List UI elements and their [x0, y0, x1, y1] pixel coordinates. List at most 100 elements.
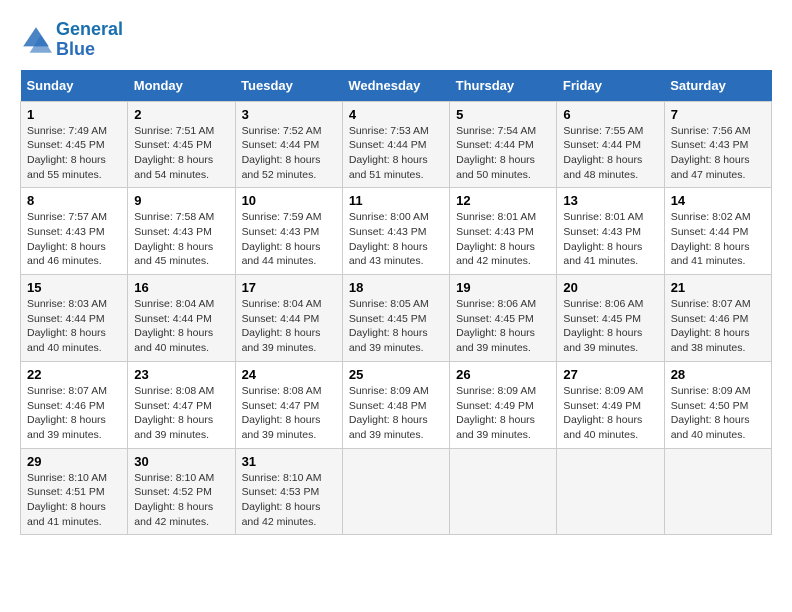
calendar-cell: 1 Sunrise: 7:49 AMSunset: 4:45 PMDaylight…	[21, 101, 128, 188]
day-number: 18	[349, 280, 443, 295]
day-number: 9	[134, 193, 228, 208]
cell-info: Sunrise: 8:01 AMSunset: 4:43 PMDaylight:…	[456, 210, 550, 269]
calendar-body: 1 Sunrise: 7:49 AMSunset: 4:45 PMDaylight…	[21, 101, 772, 535]
day-number: 13	[563, 193, 657, 208]
cell-info: Sunrise: 8:06 AMSunset: 4:45 PMDaylight:…	[563, 297, 657, 356]
calendar-cell: 31 Sunrise: 8:10 AMSunset: 4:53 PMDayligh…	[235, 448, 342, 535]
header: General Blue	[20, 20, 772, 60]
calendar-cell: 30 Sunrise: 8:10 AMSunset: 4:52 PMDayligh…	[128, 448, 235, 535]
day-number: 4	[349, 107, 443, 122]
cell-info: Sunrise: 8:09 AMSunset: 4:48 PMDaylight:…	[349, 384, 443, 443]
col-header-tuesday: Tuesday	[235, 70, 342, 102]
day-number: 20	[563, 280, 657, 295]
day-number: 16	[134, 280, 228, 295]
cell-info: Sunrise: 7:51 AMSunset: 4:45 PMDaylight:…	[134, 124, 228, 183]
day-number: 27	[563, 367, 657, 382]
calendar-cell	[664, 448, 771, 535]
day-number: 2	[134, 107, 228, 122]
calendar-cell: 6 Sunrise: 7:55 AMSunset: 4:44 PMDaylight…	[557, 101, 664, 188]
cell-info: Sunrise: 8:09 AMSunset: 4:49 PMDaylight:…	[456, 384, 550, 443]
calendar-cell: 29 Sunrise: 8:10 AMSunset: 4:51 PMDayligh…	[21, 448, 128, 535]
calendar-cell	[557, 448, 664, 535]
calendar-cell: 13 Sunrise: 8:01 AMSunset: 4:43 PMDayligh…	[557, 188, 664, 275]
logo: General Blue	[20, 20, 123, 60]
cell-info: Sunrise: 7:53 AMSunset: 4:44 PMDaylight:…	[349, 124, 443, 183]
week-row-5: 29 Sunrise: 8:10 AMSunset: 4:51 PMDayligh…	[21, 448, 772, 535]
col-header-thursday: Thursday	[450, 70, 557, 102]
calendar-cell: 16 Sunrise: 8:04 AMSunset: 4:44 PMDayligh…	[128, 275, 235, 362]
day-number: 6	[563, 107, 657, 122]
col-header-monday: Monday	[128, 70, 235, 102]
cell-info: Sunrise: 7:57 AMSunset: 4:43 PMDaylight:…	[27, 210, 121, 269]
day-number: 7	[671, 107, 765, 122]
cell-info: Sunrise: 7:59 AMSunset: 4:43 PMDaylight:…	[242, 210, 336, 269]
day-number: 29	[27, 454, 121, 469]
cell-info: Sunrise: 8:07 AMSunset: 4:46 PMDaylight:…	[27, 384, 121, 443]
logo-icon	[20, 24, 52, 56]
day-number: 25	[349, 367, 443, 382]
day-number: 31	[242, 454, 336, 469]
calendar-cell: 19Sunrise: 8:06 AMSunset: 4:45 PMDayligh…	[450, 275, 557, 362]
cell-info: Sunrise: 7:56 AMSunset: 4:43 PMDaylight:…	[671, 124, 765, 183]
day-number: 22	[27, 367, 121, 382]
cell-info: Sunrise: 8:05 AMSunset: 4:45 PMDaylight:…	[349, 297, 443, 356]
day-number: 28	[671, 367, 765, 382]
calendar-cell: 8Sunrise: 7:57 AMSunset: 4:43 PMDaylight…	[21, 188, 128, 275]
cell-info: Sunrise: 8:09 AMSunset: 4:50 PMDaylight:…	[671, 384, 765, 443]
calendar-cell: 25 Sunrise: 8:09 AMSunset: 4:48 PMDayligh…	[342, 361, 449, 448]
day-number: 14	[671, 193, 765, 208]
col-header-friday: Friday	[557, 70, 664, 102]
calendar-cell: 28 Sunrise: 8:09 AMSunset: 4:50 PMDayligh…	[664, 361, 771, 448]
calendar-cell: 3Sunrise: 7:52 AMSunset: 4:44 PMDaylight…	[235, 101, 342, 188]
calendar-cell	[342, 448, 449, 535]
calendar-cell: 24 Sunrise: 8:08 AMSunset: 4:47 PMDayligh…	[235, 361, 342, 448]
cell-info: Sunrise: 8:08 AMSunset: 4:47 PMDaylight:…	[134, 384, 228, 443]
calendar-cell: 14Sunrise: 8:02 AMSunset: 4:44 PMDayligh…	[664, 188, 771, 275]
calendar-cell: 11 Sunrise: 8:00 AMSunset: 4:43 PMDayligh…	[342, 188, 449, 275]
cell-info: Sunrise: 7:55 AMSunset: 4:44 PMDaylight:…	[563, 124, 657, 183]
cell-info: Sunrise: 8:06 AMSunset: 4:45 PMDaylight:…	[456, 297, 550, 356]
calendar-cell: 22 Sunrise: 8:07 AMSunset: 4:46 PMDayligh…	[21, 361, 128, 448]
day-number: 23	[134, 367, 228, 382]
calendar-cell: 27 Sunrise: 8:09 AMSunset: 4:49 PMDayligh…	[557, 361, 664, 448]
cell-info: Sunrise: 8:07 AMSunset: 4:46 PMDaylight:…	[671, 297, 765, 356]
cell-info: Sunrise: 7:49 AMSunset: 4:45 PMDaylight:…	[27, 124, 121, 183]
calendar-table: SundayMondayTuesdayWednesdayThursdayFrid…	[20, 70, 772, 536]
calendar-cell: 20 Sunrise: 8:06 AMSunset: 4:45 PMDayligh…	[557, 275, 664, 362]
cell-info: Sunrise: 8:04 AMSunset: 4:44 PMDaylight:…	[242, 297, 336, 356]
day-number: 24	[242, 367, 336, 382]
day-number: 26	[456, 367, 550, 382]
cell-info: Sunrise: 8:04 AMSunset: 4:44 PMDaylight:…	[134, 297, 228, 356]
cell-info: Sunrise: 7:58 AMSunset: 4:43 PMDaylight:…	[134, 210, 228, 269]
day-number: 12	[456, 193, 550, 208]
cell-info: Sunrise: 8:00 AMSunset: 4:43 PMDaylight:…	[349, 210, 443, 269]
week-row-1: 1 Sunrise: 7:49 AMSunset: 4:45 PMDaylight…	[21, 101, 772, 188]
col-header-wednesday: Wednesday	[342, 70, 449, 102]
logo-text: General Blue	[56, 20, 123, 60]
cell-info: Sunrise: 8:10 AMSunset: 4:51 PMDaylight:…	[27, 471, 121, 530]
cell-info: Sunrise: 8:01 AMSunset: 4:43 PMDaylight:…	[563, 210, 657, 269]
cell-info: Sunrise: 8:08 AMSunset: 4:47 PMDaylight:…	[242, 384, 336, 443]
calendar-cell: 17 Sunrise: 8:04 AMSunset: 4:44 PMDayligh…	[235, 275, 342, 362]
day-number: 1	[27, 107, 121, 122]
calendar-cell: 7 Sunrise: 7:56 AMSunset: 4:43 PMDaylight…	[664, 101, 771, 188]
week-row-2: 8Sunrise: 7:57 AMSunset: 4:43 PMDaylight…	[21, 188, 772, 275]
day-number: 10	[242, 193, 336, 208]
day-number: 21	[671, 280, 765, 295]
day-number: 15	[27, 280, 121, 295]
cell-info: Sunrise: 8:10 AMSunset: 4:52 PMDaylight:…	[134, 471, 228, 530]
calendar-cell: 23 Sunrise: 8:08 AMSunset: 4:47 PMDayligh…	[128, 361, 235, 448]
day-number: 11	[349, 193, 443, 208]
day-number: 17	[242, 280, 336, 295]
calendar-cell: 15 Sunrise: 8:03 AMSunset: 4:44 PMDayligh…	[21, 275, 128, 362]
calendar-cell	[450, 448, 557, 535]
calendar-cell: 18 Sunrise: 8:05 AMSunset: 4:45 PMDayligh…	[342, 275, 449, 362]
col-header-sunday: Sunday	[21, 70, 128, 102]
cell-info: Sunrise: 8:03 AMSunset: 4:44 PMDaylight:…	[27, 297, 121, 356]
day-number: 30	[134, 454, 228, 469]
cell-info: Sunrise: 8:10 AMSunset: 4:53 PMDaylight:…	[242, 471, 336, 530]
calendar-header: SundayMondayTuesdayWednesdayThursdayFrid…	[21, 70, 772, 102]
calendar-cell: 2 Sunrise: 7:51 AMSunset: 4:45 PMDaylight…	[128, 101, 235, 188]
cell-info: Sunrise: 8:09 AMSunset: 4:49 PMDaylight:…	[563, 384, 657, 443]
cell-info: Sunrise: 7:52 AMSunset: 4:44 PMDaylight:…	[242, 124, 336, 183]
